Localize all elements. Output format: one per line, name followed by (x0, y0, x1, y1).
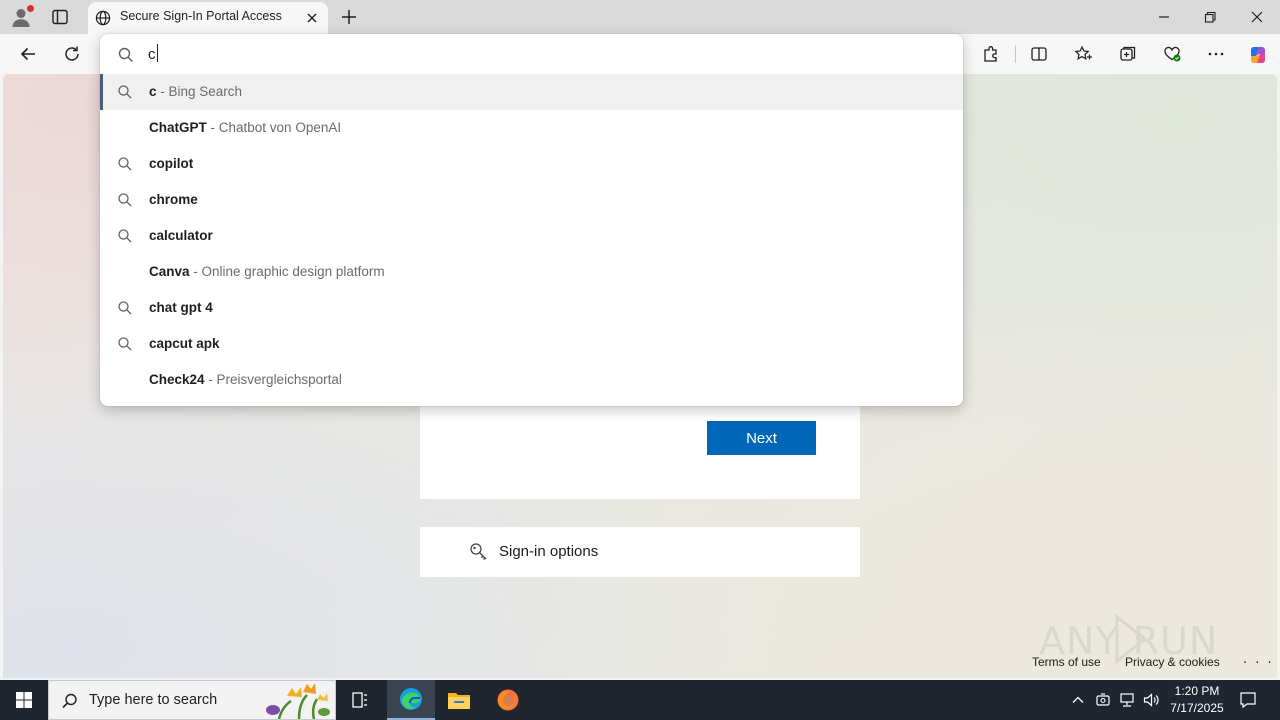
suggestion-label: capcut apk (149, 336, 220, 351)
selected-indicator (100, 74, 103, 110)
suggestion-item[interactable]: chat gpt 4 (100, 290, 963, 326)
refresh-icon[interactable] (62, 44, 82, 64)
start-button[interactable] (0, 680, 48, 720)
tab-active[interactable]: Secure Sign-In Portal Access (88, 2, 328, 34)
suggestion-text: Check24 - Preisvergleichsportal (149, 372, 342, 387)
suggestion-label: chat gpt 4 (149, 300, 213, 315)
search-icon (117, 336, 133, 352)
search-icon (117, 156, 133, 172)
search-icon (117, 228, 133, 244)
network-icon[interactable] (1118, 691, 1136, 709)
key-search-icon (468, 541, 490, 563)
search-icon (61, 692, 79, 710)
minimize-icon[interactable] (1156, 9, 1172, 25)
meet-now-icon[interactable] (1094, 691, 1112, 709)
firefox-icon[interactable] (484, 680, 532, 720)
suggestion-text: Canva - Online graphic design platform (149, 264, 385, 279)
suggestion-item[interactable]: Check24 - Preisvergleichsportal (100, 362, 963, 398)
clock-date: 7/17/2025 (1170, 701, 1224, 715)
taskbar-search-placeholder: Type here to search (89, 692, 218, 708)
taskbar-search-box[interactable]: Type here to search (48, 680, 336, 720)
more-menu-icon[interactable] (1206, 44, 1226, 64)
footer-more-button[interactable]: . . . (1243, 652, 1274, 667)
privacy-cookies-link[interactable]: Privacy & cookies (1125, 655, 1220, 669)
close-tab-icon[interactable] (305, 11, 319, 25)
address-bar-input[interactable] (148, 42, 928, 66)
sign-in-card: Next (420, 394, 860, 499)
suggestion-description: - Chatbot von OpenAI (206, 120, 342, 135)
profile-avatar-icon[interactable] (10, 5, 34, 28)
clock-time: 1:20 PM (1174, 684, 1220, 698)
back-icon[interactable] (18, 44, 38, 64)
volume-icon[interactable] (1142, 691, 1160, 709)
suggestion-description: - Bing Search (156, 84, 243, 99)
tab-actions-icon[interactable] (50, 7, 70, 27)
suggestion-label: chrome (149, 192, 198, 207)
suggestion-text: ChatGPT - Chatbot von OpenAI (149, 120, 341, 135)
browser-essentials-icon[interactable] (1162, 44, 1182, 64)
flowers-highlight-icon (259, 682, 333, 720)
suggestion-text: chrome (149, 192, 198, 207)
suggestion-item[interactable]: copilot (100, 146, 963, 182)
file-explorer-icon[interactable] (435, 680, 483, 720)
close-window-icon[interactable] (1249, 9, 1265, 25)
suggestion-label: Check24 (149, 372, 205, 387)
globe-icon (95, 10, 111, 26)
address-bar-dropdown: c - Bing Search ChatGPT - Chatbot von Ope… (100, 34, 963, 406)
collections-icon[interactable] (1118, 44, 1138, 64)
extensions-icon[interactable] (981, 44, 1001, 64)
restore-icon[interactable] (1202, 9, 1218, 25)
favorites-icon[interactable] (1073, 44, 1093, 64)
suggestion-item[interactable]: c - Bing Search (100, 74, 963, 110)
suggestion-text: capcut apk (149, 336, 220, 351)
next-button[interactable]: Next (707, 421, 816, 455)
suggestion-item[interactable]: capcut apk (100, 326, 963, 362)
windows-taskbar: Type here to search 1:20 PM 7/17/2025 (0, 680, 1280, 720)
split-screen-icon[interactable] (1029, 44, 1049, 64)
edge-taskbar-icon[interactable] (387, 680, 435, 720)
suggestion-label: Canva (149, 264, 190, 279)
suggestion-text: chat gpt 4 (149, 300, 213, 315)
chevron-up-icon[interactable] (1069, 691, 1087, 709)
toolbar-divider (1015, 45, 1016, 63)
suggestion-text: copilot (149, 156, 193, 171)
suggestion-item[interactable]: calculator (100, 218, 963, 254)
taskbar-clock[interactable]: 1:20 PM 7/17/2025 (1162, 683, 1232, 717)
search-icon (117, 192, 133, 208)
notifications-icon[interactable] (1238, 690, 1258, 710)
tab-strip: Secure Sign-In Portal Access (0, 0, 1280, 34)
profile-alert-badge (27, 5, 34, 12)
suggestion-label: copilot (149, 156, 194, 171)
suggestion-item[interactable]: chrome (100, 182, 963, 218)
suggestion-description: - Online graphic design platform (189, 264, 385, 279)
suggestion-description: - Preisvergleichsportal (204, 372, 342, 387)
suggestion-label: calculator (149, 228, 213, 243)
copilot-icon[interactable] (1247, 44, 1267, 64)
new-tab-icon[interactable] (340, 8, 358, 26)
suggestion-text: c - Bing Search (149, 84, 242, 99)
search-icon (117, 300, 133, 316)
suggestion-item[interactable]: Canva - Online graphic design platform (100, 254, 963, 290)
task-view-icon[interactable] (336, 680, 384, 720)
search-icon (117, 46, 135, 64)
text-caret (157, 44, 158, 62)
suggestion-item[interactable]: ChatGPT - Chatbot von OpenAI (100, 110, 963, 146)
suggestion-text: calculator (149, 228, 213, 243)
suggestion-label: c (149, 84, 157, 99)
tab-title: Secure Sign-In Portal Access (120, 9, 282, 23)
sign-in-options-label: Sign-in options (499, 543, 599, 560)
terms-of-use-link[interactable]: Terms of use (1032, 655, 1101, 669)
sign-in-options-button[interactable]: Sign-in options (420, 527, 860, 577)
search-icon (117, 84, 133, 100)
suggestion-label: ChatGPT (149, 120, 207, 135)
